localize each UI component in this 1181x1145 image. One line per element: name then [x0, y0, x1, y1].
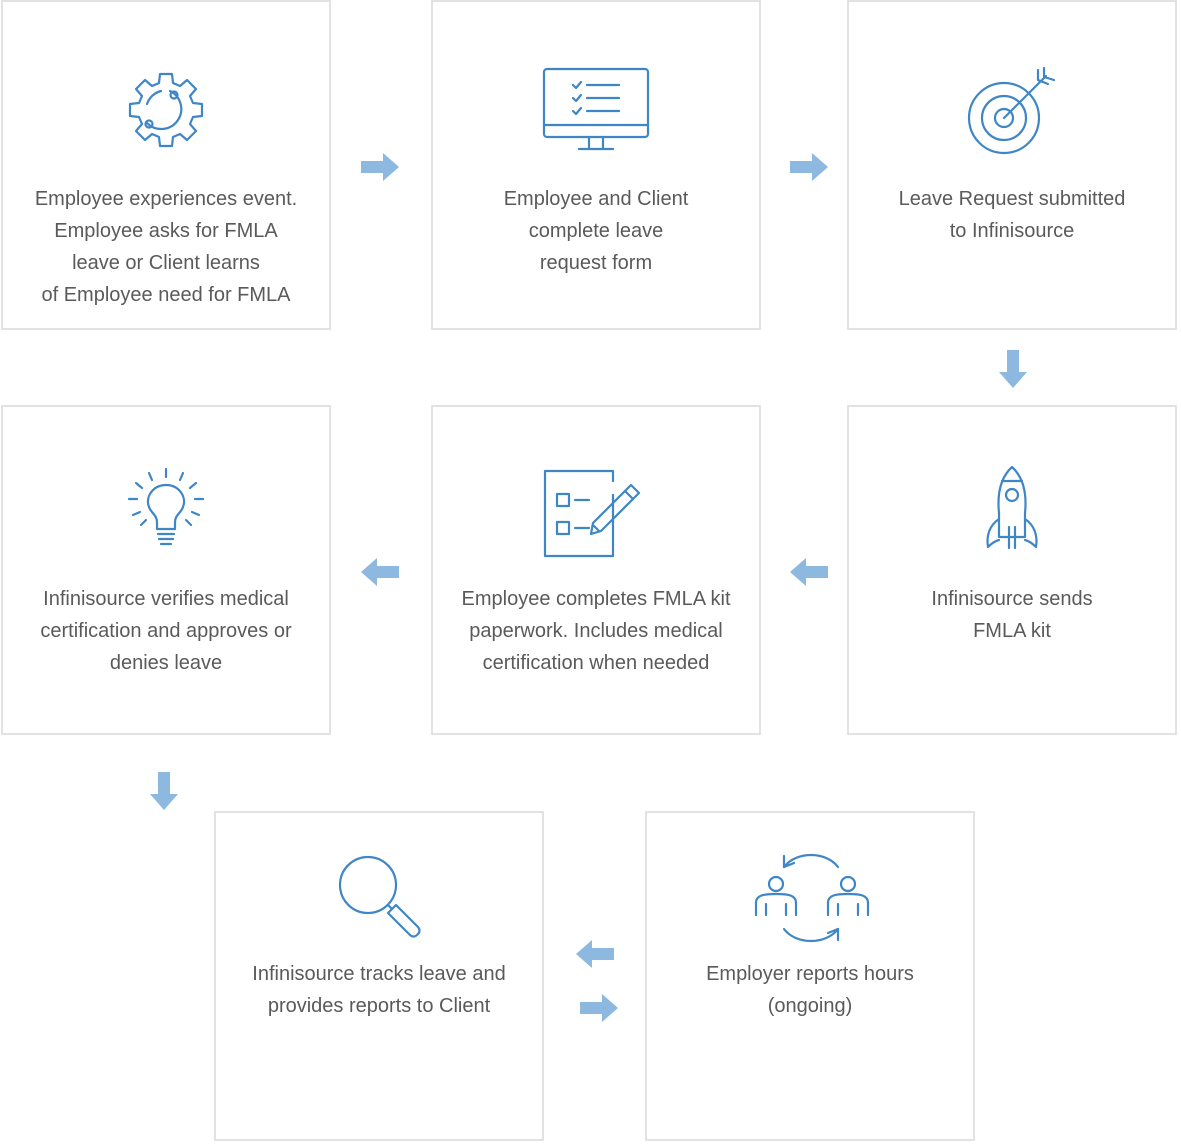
- step-verify-certification: Infinisource verifies medical certificat…: [1, 405, 331, 735]
- step-text: Employee experiences event. Employee ask…: [34, 188, 298, 306]
- step-leave-request-submitted: Leave Request submitted to Infinisource: [847, 0, 1177, 330]
- arrow-right-icon: [790, 153, 828, 181]
- arrow-right-icon: [361, 153, 399, 181]
- arrow-right-icon: [580, 994, 618, 1022]
- step-send-fmla-kit: Infinisource sends FMLA kit: [847, 405, 1177, 735]
- arrow-left-icon: [576, 940, 614, 968]
- step-text: Infinisource tracks leave and provides r…: [252, 963, 506, 1017]
- arrow-left-icon: [361, 558, 399, 586]
- step-text: Employer reports hours (ongoing): [706, 963, 914, 1017]
- people-exchange-icon: [750, 851, 870, 945]
- step-leave-request-form: Employee and Client complete leave reque…: [431, 0, 761, 330]
- rocket-icon: [982, 463, 1042, 553]
- step-text: Infinisource verifies medical certificat…: [40, 588, 292, 674]
- magnifying-glass-icon: [334, 851, 424, 941]
- step-employee-event: Employee experiences event. Employee ask…: [1, 0, 331, 330]
- step-text: Employee completes FMLA kit paperwork. I…: [461, 588, 731, 674]
- target-arrow-icon: [966, 66, 1058, 158]
- arrow-down-icon: [150, 772, 178, 810]
- step-complete-kit-paperwork: Employee completes FMLA kit paperwork. I…: [431, 405, 761, 735]
- step-employer-reports-hours: Employer reports hours (ongoing): [645, 811, 975, 1141]
- lightbulb-icon: [121, 467, 211, 557]
- checklist-pencil-icon: [541, 467, 651, 559]
- monitor-checklist-icon: [541, 66, 651, 156]
- step-text: Infinisource sends FMLA kit: [931, 588, 1093, 642]
- step-text: Employee and Client complete leave reque…: [503, 188, 689, 274]
- arrow-down-icon: [999, 350, 1027, 388]
- step-track-leave: Infinisource tracks leave and provides r…: [214, 811, 544, 1141]
- step-text: Leave Request submitted to Infinisource: [898, 188, 1126, 242]
- gear-cycle-icon: [121, 68, 211, 158]
- arrow-left-icon: [790, 558, 828, 586]
